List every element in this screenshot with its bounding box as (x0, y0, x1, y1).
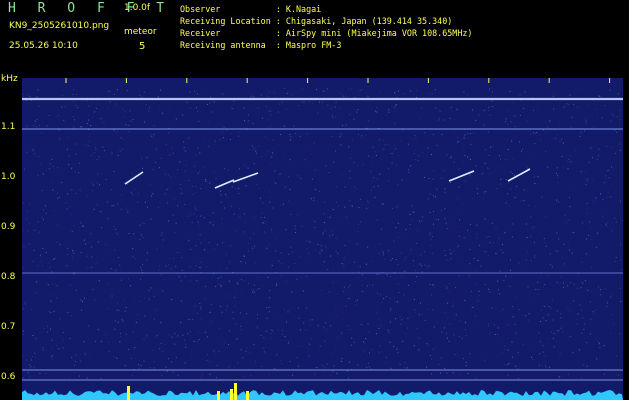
info-label: Observer (180, 4, 276, 14)
meteor-count: 5 (139, 41, 146, 52)
meteor-streak (124, 171, 144, 185)
info-label: Receiver (180, 28, 276, 38)
noise-layer (22, 88, 623, 379)
filename-label: KN9_2505261010.png (9, 21, 110, 31)
y-tick-label: 1.0 (1, 172, 16, 182)
info-value: Chigasaki, Japan (139.414 35.340) (285, 16, 453, 26)
info-row: Receiver : AirSpy mini (Miakejima VOR 10… (180, 28, 473, 38)
signal-peak (230, 389, 233, 400)
y-tick-label: 0.6 (1, 372, 16, 382)
y-tick-label: 0.9 (1, 222, 16, 232)
info-block: Observer : K.Nagai Receiving Location : C… (180, 3, 472, 51)
y-axis-unit: kHz (1, 74, 18, 84)
meteor-streak (232, 172, 259, 183)
info-row: Receiving Location : Chigasaki, Japan (1… (180, 16, 453, 26)
info-value: AirSpy mini (Miakejima VOR 108.65MHz) (285, 28, 473, 38)
y-tick-label: 1.1 (1, 122, 16, 132)
info-row: Observer : K.Nagai (180, 4, 322, 14)
version-label: 1.0.0f (124, 3, 151, 13)
y-tick-label: 0.8 (1, 272, 16, 282)
signal-peak (246, 391, 249, 400)
noise-floor-spectrum (22, 390, 623, 400)
info-row: Receiving antenna : Maspro FM-3 (180, 40, 342, 50)
spectrogram-svg (22, 78, 623, 400)
header-panel: H R O F F T 1.0.0f KN9_2505261010.png me… (0, 0, 629, 78)
y-tick-label: 0.7 (1, 322, 16, 332)
info-value: Maspro FM-3 (285, 40, 342, 50)
info-label: Receiving Location (180, 16, 276, 26)
signal-peak (234, 383, 237, 400)
spectrogram-plot (22, 78, 623, 400)
info-value: K.Nagai (285, 4, 322, 14)
signal-peak (217, 391, 220, 400)
datetime-label: 25.05.26 10:10 (9, 41, 78, 51)
meteor-streak (507, 168, 531, 182)
signal-peak (127, 386, 130, 400)
meteor-streak (214, 179, 235, 189)
meteor-streak (448, 170, 475, 182)
info-label: Receiving antenna (180, 40, 276, 50)
meteor-label: meteor (124, 27, 157, 37)
